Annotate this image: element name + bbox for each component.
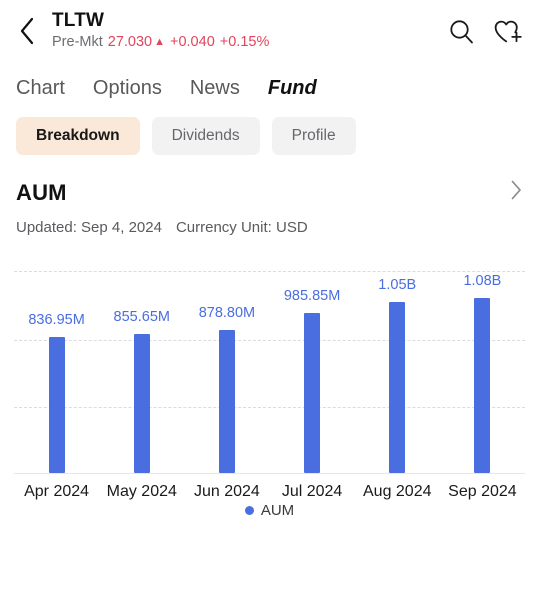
chart-bar[interactable]	[48, 337, 65, 473]
chart-x-axis-label: Jun 2024	[193, 483, 260, 500]
chart-bar-value-label: 1.08B	[463, 272, 502, 289]
tab-fund[interactable]: Fund	[267, 78, 317, 102]
chart-bar[interactable]	[389, 302, 406, 473]
header-actions	[445, 15, 523, 47]
add-to-watchlist-button[interactable]	[491, 15, 523, 47]
chart-gridline	[14, 271, 525, 272]
currency-unit: Currency Unit: USD	[175, 219, 308, 236]
legend-color-dot	[244, 506, 254, 515]
price-up-arrow-icon: ▲	[154, 36, 165, 49]
page-title: AUM	[16, 179, 67, 205]
chevron-right-icon	[511, 180, 521, 200]
chart-bar[interactable]	[304, 312, 321, 473]
quote-summary: Pre-Mkt 27.030 ▲ +0.040 +0.15%	[52, 34, 445, 51]
aum-section: AUM Updated: Sep 4, 2024 Currency Unit: …	[0, 155, 539, 236]
chart-bar[interactable]	[133, 334, 150, 473]
chart-bar-value-label: 985.85M	[283, 287, 341, 304]
aum-section-header[interactable]: AUM	[16, 179, 523, 206]
chart-bar[interactable]	[218, 330, 235, 473]
updated-date: Updated: Sep 4, 2024	[16, 219, 162, 236]
legend-label: AUM	[260, 502, 295, 519]
subtab-profile[interactable]: Profile	[271, 117, 356, 155]
chart-legend: AUM	[0, 502, 539, 519]
chart-bar[interactable]	[474, 297, 491, 473]
subtab-breakdown[interactable]: Breakdown	[16, 117, 140, 155]
price-change: +0.040	[170, 34, 215, 51]
search-icon	[449, 19, 473, 43]
chart-bar-value-label: 855.65M	[113, 309, 170, 326]
chart-gridline	[14, 407, 525, 408]
chart-axis-baseline	[14, 473, 525, 474]
chevron-left-icon	[20, 17, 34, 45]
chart-bar-value-label: 1.05B	[378, 277, 417, 294]
price-change-percent: +0.15%	[219, 34, 270, 51]
quote-price: 27.030	[107, 34, 153, 51]
chart-x-axis-label: May 2024	[106, 483, 177, 500]
fund-subtab-bar: Breakdown Dividends Profile	[0, 102, 539, 155]
chart-bar-value-label: 836.95M	[28, 312, 85, 329]
tab-chart[interactable]: Chart	[16, 78, 65, 102]
main-tab-bar: Chart Options News Fund	[0, 62, 539, 102]
app-header: TLTW Pre-Mkt 27.030 ▲ +0.040 +0.15%	[0, 0, 539, 62]
chart-x-axis-label: Apr 2024	[24, 483, 90, 500]
session-label: Pre-Mkt	[52, 34, 103, 51]
tab-options[interactable]: Options	[93, 78, 162, 102]
tab-news[interactable]: News	[190, 78, 240, 102]
chart-x-axis-label: Aug 2024	[362, 483, 432, 500]
chart-x-axis-label: Jul 2024	[281, 483, 343, 500]
ticker-symbol: TLTW	[52, 10, 105, 32]
chart-bar-value-label: 878.80M	[198, 305, 256, 322]
aum-bar-chart[interactable]: 836.95M Apr 2024 855.65M May 2024 878.80M Jun…	[0, 258, 539, 500]
aum-detail-chevron-button[interactable]	[509, 179, 523, 206]
search-button[interactable]	[445, 15, 477, 47]
heart-plus-icon	[494, 20, 522, 42]
chart-x-axis-label: Sep 2024	[448, 483, 517, 500]
aum-meta-row: Updated: Sep 4, 2024 Currency Unit: USD	[16, 219, 523, 236]
instrument-title-block: TLTW Pre-Mkt 27.030 ▲ +0.040 +0.15%	[52, 10, 445, 51]
subtab-dividends[interactable]: Dividends	[151, 117, 260, 155]
chart-gridline	[14, 340, 525, 341]
back-button[interactable]	[10, 14, 44, 48]
